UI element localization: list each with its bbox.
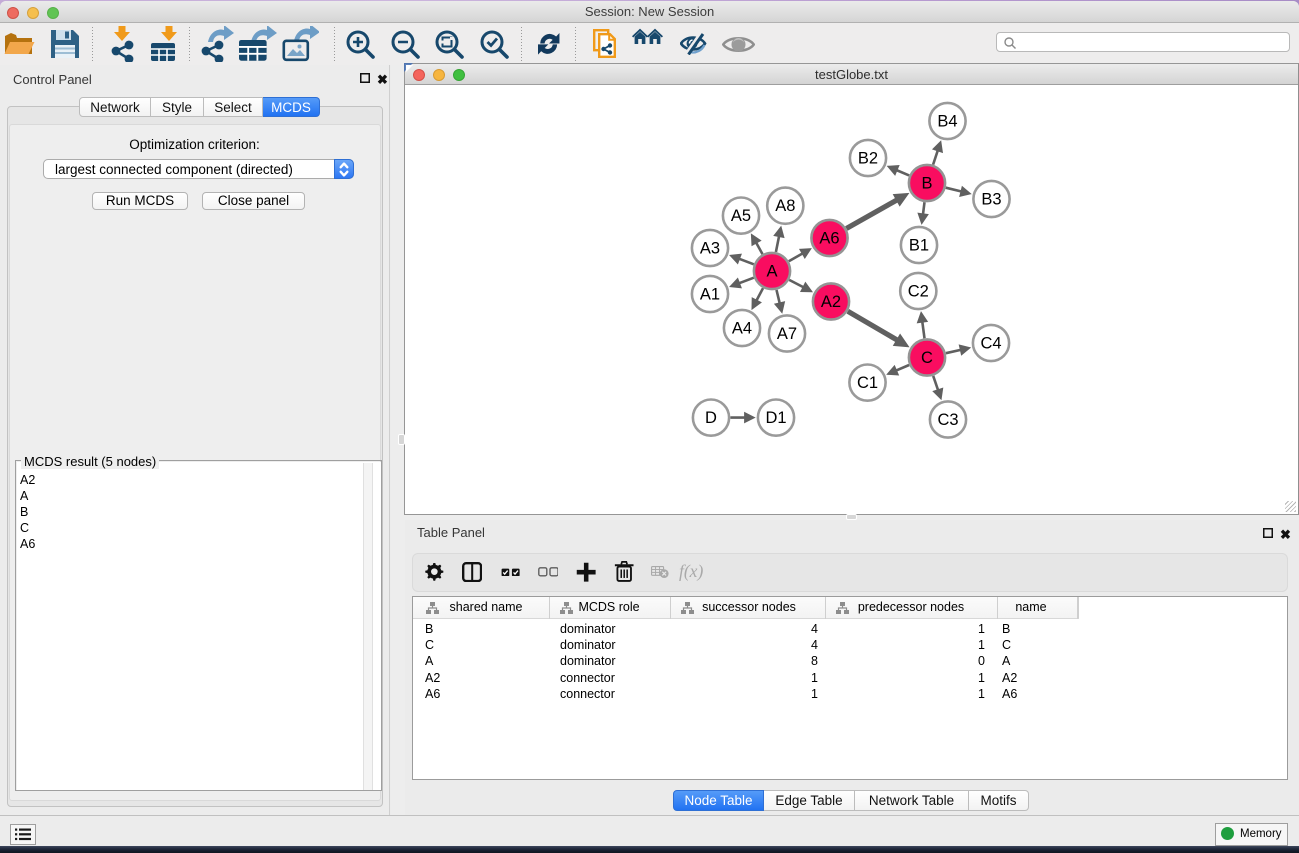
svg-text:C3: C3 xyxy=(937,411,958,429)
svg-text:A5: A5 xyxy=(731,207,751,225)
svg-text:B2: B2 xyxy=(858,150,878,168)
svg-text:f(x): f(x) xyxy=(679,563,703,581)
svg-text:A7: A7 xyxy=(777,325,797,343)
svg-text:C2: C2 xyxy=(908,283,929,301)
svg-text:D1: D1 xyxy=(765,409,786,427)
svg-text:C4: C4 xyxy=(980,335,1001,353)
svg-text:A: A xyxy=(766,263,777,281)
svg-text:A4: A4 xyxy=(732,320,752,338)
svg-text:C: C xyxy=(921,349,933,367)
svg-text:A1: A1 xyxy=(700,286,720,304)
svg-text:A8: A8 xyxy=(775,197,795,215)
svg-text:B1: B1 xyxy=(909,237,929,255)
svg-text:A6: A6 xyxy=(819,230,839,248)
svg-text:B: B xyxy=(921,175,932,193)
svg-text:A2: A2 xyxy=(821,293,841,311)
svg-text:B4: B4 xyxy=(937,113,957,131)
svg-text:D: D xyxy=(705,409,717,427)
svg-text:C1: C1 xyxy=(857,374,878,392)
svg-text:B3: B3 xyxy=(981,191,1001,209)
svg-text:A3: A3 xyxy=(700,240,720,258)
